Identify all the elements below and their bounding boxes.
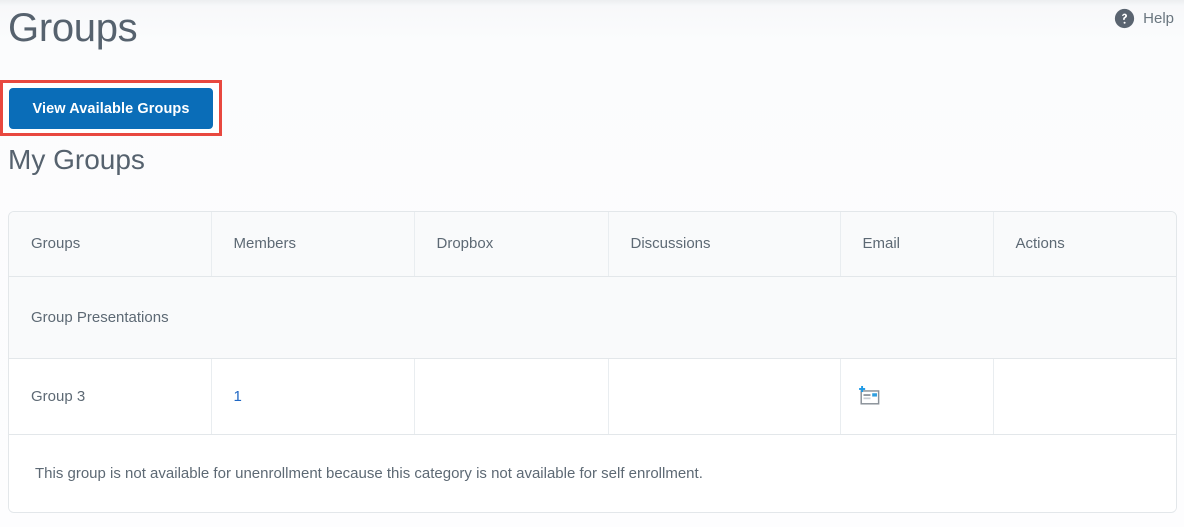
column-header-dropbox[interactable]: Dropbox xyxy=(414,212,609,277)
email-compose-icon[interactable] xyxy=(857,385,881,407)
table-row: Group 3 1 xyxy=(9,358,1176,435)
members-count-link[interactable]: 1 xyxy=(234,388,242,405)
column-header-email[interactable]: Email xyxy=(840,212,994,277)
cell-email xyxy=(840,358,994,435)
table-header-row: Groups Members Dropbox Discussions Email… xyxy=(9,212,1176,277)
cell-members: 1 xyxy=(211,358,415,435)
column-header-groups[interactable]: Groups xyxy=(9,212,212,277)
my-groups-table: Groups Members Dropbox Discussions Email… xyxy=(8,211,1177,513)
column-header-members[interactable]: Members xyxy=(211,212,415,277)
help-label: Help xyxy=(1143,10,1174,27)
unenrollment-notice: This group is not available for unenroll… xyxy=(9,434,1176,512)
cell-group-name: Group 3 xyxy=(9,358,212,435)
section-title: My Groups xyxy=(8,144,145,175)
page-header: Groups Help xyxy=(0,0,1184,62)
cell-dropbox xyxy=(414,358,609,435)
help-link[interactable]: Help xyxy=(1114,8,1174,29)
page-title: Groups xyxy=(8,6,138,50)
column-header-actions[interactable]: Actions xyxy=(993,212,1176,277)
category-name: Group Presentations xyxy=(9,276,1176,359)
notice-row: This group is not available for unenroll… xyxy=(9,434,1176,512)
cell-actions xyxy=(993,358,1176,435)
view-available-groups-button[interactable]: View Available Groups xyxy=(9,88,213,129)
question-circle-icon xyxy=(1115,8,1135,29)
cell-discussions xyxy=(608,358,841,435)
column-header-discussions[interactable]: Discussions xyxy=(608,212,841,277)
category-row: Group Presentations xyxy=(9,276,1176,359)
groups-page: Groups Help View Available Groups My Gro… xyxy=(0,0,1184,527)
